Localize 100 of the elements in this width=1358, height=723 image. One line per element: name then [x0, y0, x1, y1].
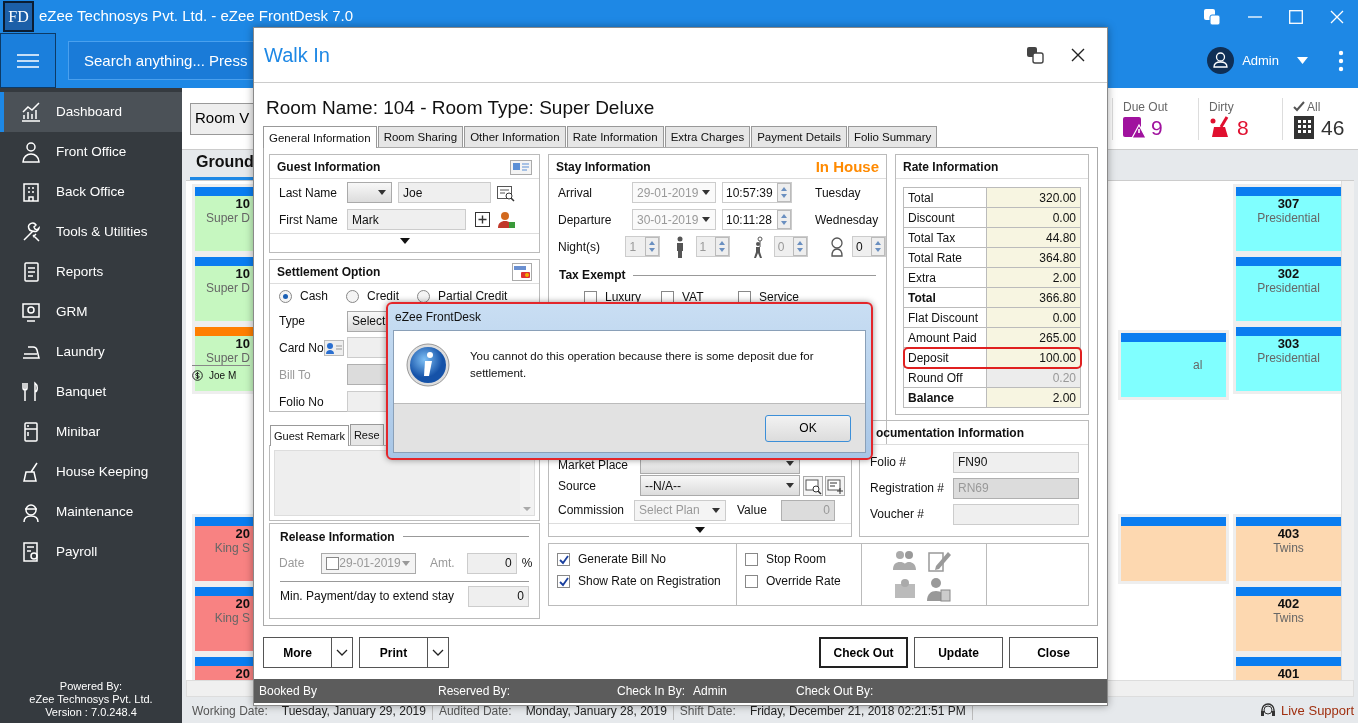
checkbox[interactable] [557, 552, 570, 566]
rate-label: Total [903, 187, 987, 208]
rate-label: Deposit [903, 347, 987, 368]
sidebar-item[interactable]: Reports [0, 252, 182, 292]
tab[interactable]: Extra Charges [664, 126, 751, 148]
footer-label: Booked By [259, 683, 319, 700]
more-icon[interactable] [1338, 49, 1344, 72]
expand-icon[interactable] [695, 527, 705, 534]
footer-text: Version : 7.0.248.4 [44, 706, 138, 719]
sidebar-item[interactable]: Tools & Utilities [0, 212, 182, 252]
status-value: Friday, December 21, 2018 02:21:51 PM [749, 703, 966, 720]
caret-icon[interactable] [711, 506, 721, 514]
rate-label: Round Off [903, 367, 987, 388]
tab[interactable]: Guest Remark [270, 425, 349, 446]
info-icon [406, 343, 450, 387]
checkbox[interactable] [745, 574, 758, 588]
card-icon[interactable] [323, 339, 344, 356]
last-name-field[interactable]: Joe [398, 182, 491, 204]
amount-field[interactable]: 0 [466, 552, 517, 574]
checkbox[interactable] [557, 574, 570, 588]
close-icon[interactable] [1071, 48, 1085, 62]
time-field[interactable]: 10:57:39 [722, 182, 792, 204]
sidebar-item[interactable]: GRM [0, 292, 182, 332]
time-field[interactable]: 10:11:28 [722, 209, 792, 231]
person-edit-icon[interactable] [926, 576, 952, 603]
guest-count-field[interactable]: 0 [851, 236, 887, 258]
user-name[interactable]: Admin [1242, 50, 1279, 71]
translate-icon[interactable] [1026, 46, 1044, 64]
sidebar-item[interactable]: Front Office [0, 132, 182, 172]
tab[interactable]: Rese [349, 424, 384, 445]
field-label: Value [737, 502, 767, 520]
source-dropdown[interactable]: --N/A-- [640, 475, 800, 497]
min-payment-field[interactable]: 0 [468, 585, 529, 607]
room-card[interactable] [1121, 517, 1226, 581]
add-user-icon[interactable] [497, 210, 515, 229]
radio-button[interactable] [417, 289, 431, 303]
spinner-icon[interactable] [777, 183, 791, 203]
checkbox-label: Show Rate on Registration [578, 573, 721, 591]
spinner-icon[interactable] [777, 210, 791, 230]
id-card-icon[interactable] [510, 157, 532, 176]
day-label: Wednesday [815, 211, 879, 229]
caret-icon[interactable] [701, 189, 711, 197]
caret-icon[interactable] [701, 216, 711, 224]
avatar-icon[interactable] [1207, 47, 1235, 74]
text-field[interactable]: FN90 [953, 451, 1079, 473]
chart-icon [20, 101, 42, 123]
room-type: Presidential [1257, 281, 1320, 295]
field-label: Departure [558, 211, 613, 229]
sidebar-item[interactable]: Maintenance [0, 492, 182, 532]
room-type: Super D [205, 351, 250, 365]
expand-icon[interactable] [399, 237, 410, 244]
tab[interactable]: General Information [263, 126, 377, 149]
live-support-link[interactable]: Live Support [1281, 700, 1354, 720]
plus-icon[interactable] [474, 211, 491, 229]
footer-text: Powered By: [58, 680, 124, 693]
caret-icon[interactable] [377, 189, 387, 197]
checkbox[interactable] [745, 552, 758, 566]
maximize-icon[interactable] [1289, 9, 1303, 24]
tab[interactable]: Rate Information [566, 126, 664, 148]
dialog-button[interactable]: Close [1009, 637, 1098, 669]
sidebar-item[interactable]: Payroll [0, 532, 182, 572]
sidebar-item[interactable]: Laundry [0, 332, 182, 372]
check-icon [558, 553, 569, 565]
dialog-button[interactable]: Update [914, 637, 1003, 669]
tab[interactable]: Other Information [464, 126, 566, 148]
menu-button[interactable] [0, 33, 56, 88]
sidebar-item[interactable]: Minibar [0, 412, 182, 452]
menu-icon [17, 53, 39, 68]
rate-label: Total Rate [903, 247, 987, 268]
add-list-icon[interactable] [825, 475, 845, 496]
room-type: King S [214, 541, 250, 555]
spinner-icon[interactable] [644, 237, 659, 257]
radio-button[interactable] [346, 289, 359, 303]
sidebar-item[interactable]: Dashboard [0, 92, 182, 132]
stat-count: 9 [1151, 115, 1163, 140]
room-number: 10 [235, 336, 250, 351]
spinner-icon[interactable] [871, 237, 886, 257]
tab[interactable]: Payment Details [751, 126, 847, 148]
remark-field[interactable] [274, 449, 535, 516]
sidebar-item[interactable]: House Keeping [0, 452, 182, 492]
card-payment-icon[interactable] [512, 262, 532, 281]
checkbox[interactable] [326, 556, 339, 570]
first-name-field[interactable]: Mark [347, 209, 466, 231]
caret-icon[interactable] [785, 482, 795, 490]
text-field[interactable] [953, 503, 1079, 525]
tab[interactable]: Room Sharing [377, 126, 464, 148]
radio-label: Credit [367, 288, 400, 306]
ok-button[interactable]: OK [765, 414, 851, 442]
checkbox-label: Generate Bill No [578, 551, 667, 569]
field-label: Source [558, 477, 598, 495]
radio-button[interactable] [279, 289, 292, 303]
status-value: Tuesday, January 29, 2019 [281, 703, 426, 720]
search-list-icon[interactable] [803, 475, 823, 496]
tab[interactable]: Folio Summary [847, 126, 938, 148]
check-icon [558, 575, 569, 587]
dialog-button[interactable]: Check Out [819, 637, 908, 669]
sidebar-item[interactable]: Back Office [0, 172, 182, 212]
dollar-icon [192, 370, 203, 381]
search-list-icon[interactable] [497, 183, 515, 202]
sidebar-item[interactable]: Banquet [0, 372, 182, 412]
